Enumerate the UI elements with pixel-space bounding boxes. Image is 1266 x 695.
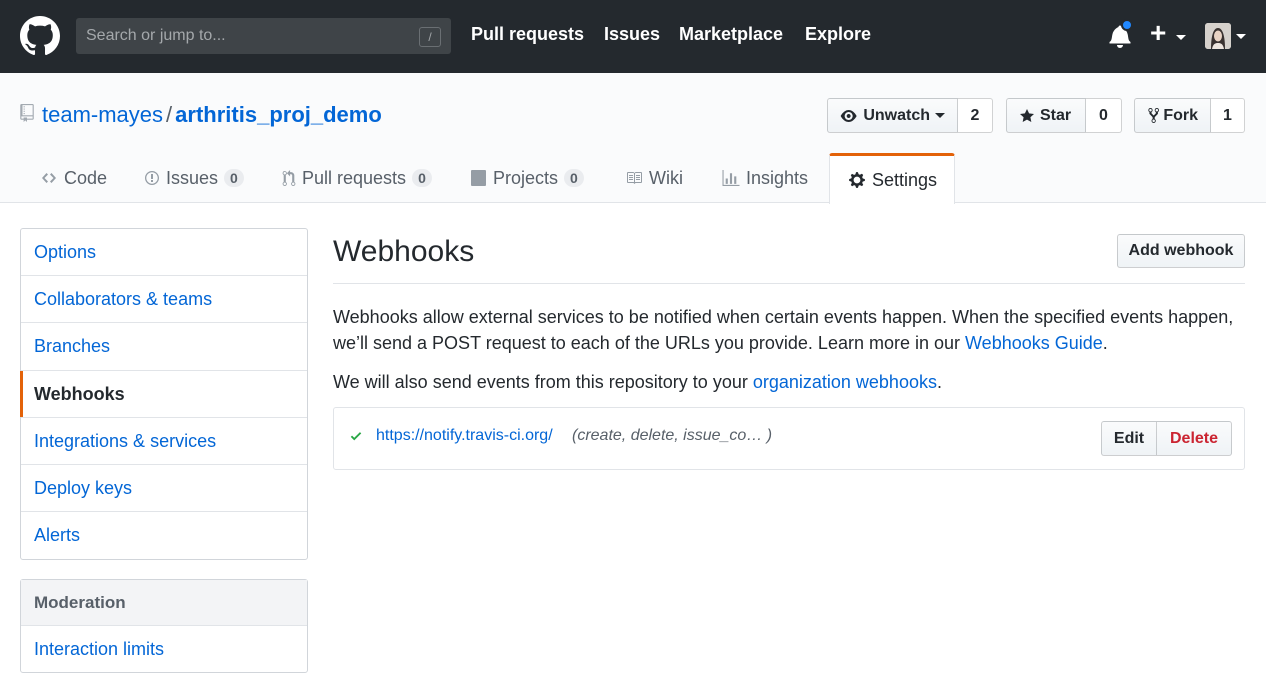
search-input[interactable] <box>76 18 451 54</box>
github-logo-icon[interactable] <box>20 16 60 56</box>
star-label: Star <box>1040 106 1072 124</box>
tab-issues-count: 0 <box>224 169 244 187</box>
star-button-group: Star 0 <box>1006 98 1122 133</box>
sidebar-item-collaborators-teams[interactable]: Collaborators & teams <box>21 276 307 324</box>
star-icon <box>1020 108 1034 122</box>
repo-owner-link[interactable]: team-mayes <box>42 102 163 127</box>
tab-pull-requests-label: Pull requests <box>302 167 407 188</box>
organization-webhooks-link[interactable]: organization webhooks <box>753 372 937 392</box>
tab-issues[interactable]: Issues 0 <box>144 153 244 203</box>
tab-pull-requests[interactable]: Pull requests 0 <box>282 153 432 203</box>
nav-marketplace[interactable]: Marketplace <box>679 24 783 45</box>
graph-icon <box>722 169 740 187</box>
nav-explore[interactable]: Explore <box>805 24 871 45</box>
forks-count[interactable]: 1 <box>1211 98 1245 133</box>
fork-icon <box>1148 108 1159 123</box>
user-menu-button[interactable] <box>1205 23 1247 51</box>
unwatch-button[interactable]: Unwatch <box>827 98 958 133</box>
notification-indicator <box>1121 19 1133 31</box>
title-divider <box>333 283 1245 284</box>
book-icon <box>625 170 643 186</box>
repository-header: team-mayes / arthritis_proj_demo Unwatch 2… <box>0 73 1266 204</box>
stargazers-count[interactable]: 0 <box>1086 98 1122 133</box>
page-title: Webhooks <box>333 235 475 268</box>
sidebar-item-alerts[interactable]: Alerts <box>21 512 307 559</box>
repo-title-separator: / <box>166 102 173 127</box>
chevron-down-icon <box>1176 35 1186 40</box>
sidebar-item-options[interactable]: Options <box>21 229 307 277</box>
plus-icon: + <box>1150 17 1167 48</box>
watchers-count[interactable]: 2 <box>958 98 993 133</box>
check-icon <box>350 432 362 441</box>
edit-webhook-button[interactable]: Edit <box>1101 421 1157 456</box>
sidebar-item-interaction-limits[interactable]: Interaction limits <box>21 626 307 672</box>
repo-icon <box>20 104 34 122</box>
settings-sidebar: Options Collaborators & teams Branches W… <box>20 228 308 561</box>
add-webhook-button[interactable]: Add webhook <box>1117 234 1245 268</box>
sidebar-item-webhooks[interactable]: Webhooks <box>20 370 307 418</box>
avatar <box>1205 23 1231 49</box>
tab-settings-label: Settings <box>872 169 938 190</box>
fork-button-group: Fork 1 <box>1134 98 1245 133</box>
chevron-down-icon <box>935 113 945 118</box>
fork-label: Fork <box>1163 106 1198 124</box>
tab-insights[interactable]: Insights <box>722 153 808 203</box>
sidebar-item-integrations-services[interactable]: Integrations & services <box>21 418 307 465</box>
webhooks-description-end: . <box>1102 333 1108 353</box>
sidebar-item-branches[interactable]: Branches <box>21 323 307 371</box>
tab-code[interactable]: Code <box>40 153 107 203</box>
watch-button-group: Unwatch 2 <box>827 98 993 133</box>
code-icon <box>40 170 58 186</box>
tab-issues-label: Issues <box>166 167 219 188</box>
repo-title: team-mayes / arthritis_proj_demo <box>42 100 382 130</box>
eye-icon <box>840 109 857 122</box>
nav-pull-requests[interactable]: Pull requests <box>471 24 584 45</box>
pull-request-icon <box>282 169 296 187</box>
user-avatar-icon <box>1205 23 1231 49</box>
tab-projects-count: 0 <box>564 169 584 187</box>
org-webhooks-note: We will also send events from this repos… <box>333 369 1245 395</box>
tab-wiki-label: Wiki <box>649 167 683 188</box>
sidebar-item-deploy-keys[interactable]: Deploy keys <box>21 465 307 513</box>
create-new-button[interactable]: + <box>1150 17 1190 50</box>
tab-insights-label: Insights <box>746 167 809 188</box>
webhook-actions: Edit Delete <box>1101 421 1232 456</box>
unwatch-label: Unwatch <box>863 106 930 124</box>
delete-webhook-button[interactable]: Delete <box>1157 421 1232 456</box>
global-header: / Pull requests Issues Marketplace Explo… <box>0 0 1266 73</box>
tab-wiki[interactable]: Wiki <box>625 153 683 203</box>
webhook-events: (create, delete, issue_co… ) <box>572 427 773 444</box>
chevron-down-icon <box>1236 34 1246 39</box>
org-webhooks-note-end: . <box>936 372 942 392</box>
tab-projects[interactable]: Projects 0 <box>470 153 584 203</box>
webhook-url-link[interactable]: https://notify.travis-ci.org/ <box>376 427 553 445</box>
webhooks-description: Webhooks allow external services to be n… <box>333 304 1245 356</box>
tab-code-label: Code <box>64 167 108 188</box>
moderation-sidebar: Moderation Interaction limits <box>20 579 308 673</box>
org-webhooks-note-text: We will also send events from this repos… <box>333 372 753 392</box>
repo-name-link[interactable]: arthritis_proj_demo <box>175 102 382 127</box>
webhooks-guide-link[interactable]: Webhooks Guide <box>965 333 1103 353</box>
nav-issues[interactable]: Issues <box>604 24 660 45</box>
fork-button[interactable]: Fork <box>1134 98 1211 133</box>
moderation-heading: Moderation <box>21 580 307 626</box>
search-shortcut-key: / <box>419 27 441 47</box>
star-button[interactable]: Star <box>1006 98 1086 133</box>
gear-icon <box>848 171 866 189</box>
tab-settings[interactable]: Settings <box>829 153 955 204</box>
issue-icon <box>144 170 160 186</box>
project-icon <box>470 170 487 186</box>
search-box: / <box>76 18 451 54</box>
webhook-item: https://notify.travis-ci.org/ (create, d… <box>333 407 1245 470</box>
tab-pull-requests-count: 0 <box>412 169 432 187</box>
tab-projects-label: Projects <box>493 167 559 188</box>
